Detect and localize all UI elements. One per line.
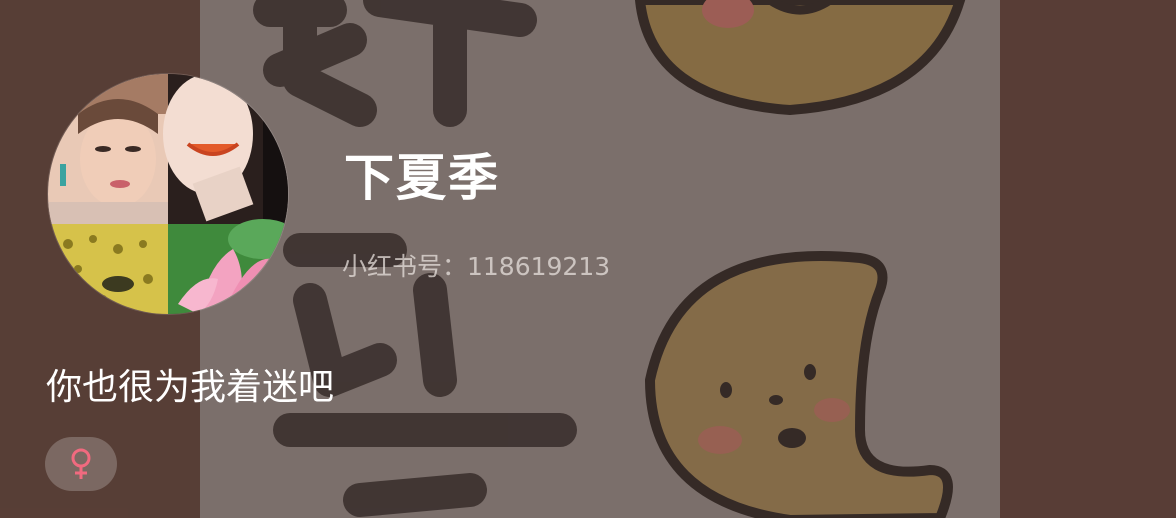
- bio-text: 你也很为我着迷吧: [46, 367, 335, 408]
- profile-header: 下夏季 小红书号：118619213 你也很为我着迷吧: [0, 0, 1176, 518]
- gender-badge: [45, 437, 117, 491]
- red-id-label[interactable]: 小红书号：118619213: [342, 247, 610, 283]
- avatar[interactable]: [48, 74, 288, 314]
- nickname: 下夏季: [344, 149, 500, 207]
- avatar-collage-icon: [48, 74, 288, 314]
- female-icon: [71, 448, 91, 479]
